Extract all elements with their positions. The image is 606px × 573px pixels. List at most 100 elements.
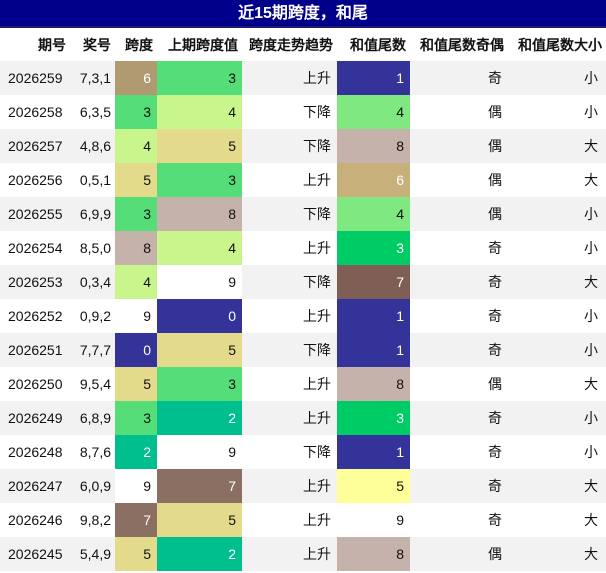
sum-tail-value: 1 <box>337 333 410 367</box>
prev-span-value: 5 <box>157 129 242 163</box>
table-row: 2026257 4,8,6 4 5 下降 8 偶大 <box>0 129 606 163</box>
span-value: 5 <box>115 367 157 401</box>
size-cell: 大 <box>508 367 606 401</box>
period-cell: 2026249 <box>0 401 70 435</box>
col-tail-size: 和值尾数大小 <box>508 28 606 61</box>
sum-tail-value: 1 <box>337 299 410 333</box>
prev-span-value: 4 <box>157 231 242 265</box>
span-value-cell: 5 <box>115 367 157 401</box>
parity-cell: 奇 <box>410 61 508 95</box>
span-value: 8 <box>115 231 157 265</box>
numbers-cell: 9,5,4 <box>70 367 115 401</box>
prev-span-value-cell: 0 <box>157 299 242 333</box>
table-row: 2026254 8,5,0 8 4 上升 3 奇小 <box>0 231 606 265</box>
table-row: 2026248 8,7,6 2 9 下降 1 奇小 <box>0 435 606 469</box>
prev-span-value-cell: 9 <box>157 265 242 299</box>
prev-span-value-cell: 4 <box>157 231 242 265</box>
size-cell: 大 <box>508 163 606 197</box>
numbers-cell: 9,8,2 <box>70 503 115 537</box>
table-row: 2026258 6,3,5 3 4 下降 4 偶小 <box>0 95 606 129</box>
prev-span-value-cell: 4 <box>157 95 242 129</box>
sum-tail-value-cell: 9 <box>337 503 410 537</box>
sum-tail-value: 1 <box>337 435 410 469</box>
prev-span-value-cell: 8 <box>157 197 242 231</box>
parity-cell: 奇 <box>410 401 508 435</box>
span-value: 4 <box>115 265 157 299</box>
sum-tail-value: 3 <box>337 401 410 435</box>
col-trend: 跨度走势趋势 <box>242 28 337 61</box>
trend-cell: 下降 <box>242 129 337 163</box>
sum-tail-value-cell: 4 <box>337 95 410 129</box>
period-cell: 2026253 <box>0 265 70 299</box>
span-value-cell: 3 <box>115 401 157 435</box>
sum-tail-value-cell: 8 <box>337 537 410 571</box>
col-period: 期号 <box>0 28 70 61</box>
span-value: 6 <box>115 61 157 95</box>
period-cell: 2026245 <box>0 537 70 571</box>
table-row: 2026247 6,0,9 9 7 上升 5 奇大 <box>0 469 606 503</box>
prev-span-value-cell: 5 <box>157 333 242 367</box>
sum-tail-value-cell: 8 <box>337 367 410 401</box>
sum-tail-value: 8 <box>337 537 410 571</box>
span-value: 7 <box>115 503 157 537</box>
prev-span-value: 7 <box>157 469 242 503</box>
col-span: 跨度 <box>115 28 157 61</box>
span-value: 3 <box>115 197 157 231</box>
table-row: 2026253 0,3,4 4 9 下降 7 奇大 <box>0 265 606 299</box>
span-value-cell: 7 <box>115 503 157 537</box>
numbers-cell: 7,3,1 <box>70 61 115 95</box>
sum-tail-value-cell: 1 <box>337 435 410 469</box>
size-cell: 小 <box>508 435 606 469</box>
trend-cell: 上升 <box>242 299 337 333</box>
trend-cell: 上升 <box>242 367 337 401</box>
parity-cell: 奇 <box>410 265 508 299</box>
span-value: 2 <box>115 435 157 469</box>
table-row: 2026255 6,9,9 3 8 下降 4 偶小 <box>0 197 606 231</box>
prev-span-value-cell: 5 <box>157 503 242 537</box>
sum-tail-value: 5 <box>337 469 410 503</box>
trend-cell: 下降 <box>242 95 337 129</box>
numbers-cell: 0,9,2 <box>70 299 115 333</box>
span-tail-table: 期号 奖号 跨度 上期跨度值 跨度走势趋势 和值尾数 和值尾数奇偶 和值尾数大小… <box>0 28 606 571</box>
table-row: 2026249 6,8,9 3 2 上升 3 奇小 <box>0 401 606 435</box>
table-body: 2026259 7,3,1 6 3 上升 1 奇小 2026258 6,3,5 3 4 下降 4 偶小 20… <box>0 61 606 571</box>
span-value: 4 <box>115 129 157 163</box>
header-row: 期号 奖号 跨度 上期跨度值 跨度走势趋势 和值尾数 和值尾数奇偶 和值尾数大小 <box>0 28 606 61</box>
size-cell: 小 <box>508 95 606 129</box>
sum-tail-value-cell: 6 <box>337 163 410 197</box>
table-row: 2026259 7,3,1 6 3 上升 1 奇小 <box>0 61 606 95</box>
numbers-cell: 6,9,9 <box>70 197 115 231</box>
trend-cell: 上升 <box>242 469 337 503</box>
span-value-cell: 0 <box>115 333 157 367</box>
sum-tail-value: 7 <box>337 265 410 299</box>
size-cell: 小 <box>508 61 606 95</box>
period-cell: 2026255 <box>0 197 70 231</box>
table-row: 2026256 0,5,1 5 3 上升 6 偶大 <box>0 163 606 197</box>
sum-tail-value: 6 <box>337 163 410 197</box>
parity-cell: 奇 <box>410 333 508 367</box>
period-cell: 2026257 <box>0 129 70 163</box>
trend-cell: 上升 <box>242 401 337 435</box>
prev-span-value-cell: 3 <box>157 61 242 95</box>
period-cell: 2026254 <box>0 231 70 265</box>
numbers-cell: 6,3,5 <box>70 95 115 129</box>
sum-tail-value-cell: 1 <box>337 61 410 95</box>
period-cell: 2026247 <box>0 469 70 503</box>
prev-span-value: 3 <box>157 61 242 95</box>
parity-cell: 偶 <box>410 95 508 129</box>
size-cell: 大 <box>508 503 606 537</box>
prev-span-value-cell: 9 <box>157 435 242 469</box>
prev-span-value: 0 <box>157 299 242 333</box>
prev-span-value-cell: 7 <box>157 469 242 503</box>
prev-span-value-cell: 5 <box>157 129 242 163</box>
sum-tail-value-cell: 3 <box>337 231 410 265</box>
prev-span-value: 2 <box>157 537 242 571</box>
size-cell: 小 <box>508 197 606 231</box>
span-value: 3 <box>115 95 157 129</box>
sum-tail-value: 4 <box>337 95 410 129</box>
span-value-cell: 6 <box>115 61 157 95</box>
parity-cell: 奇 <box>410 503 508 537</box>
span-value-cell: 4 <box>115 129 157 163</box>
parity-cell: 偶 <box>410 197 508 231</box>
table-row: 2026245 5,4,9 5 2 上升 8 偶大 <box>0 537 606 571</box>
